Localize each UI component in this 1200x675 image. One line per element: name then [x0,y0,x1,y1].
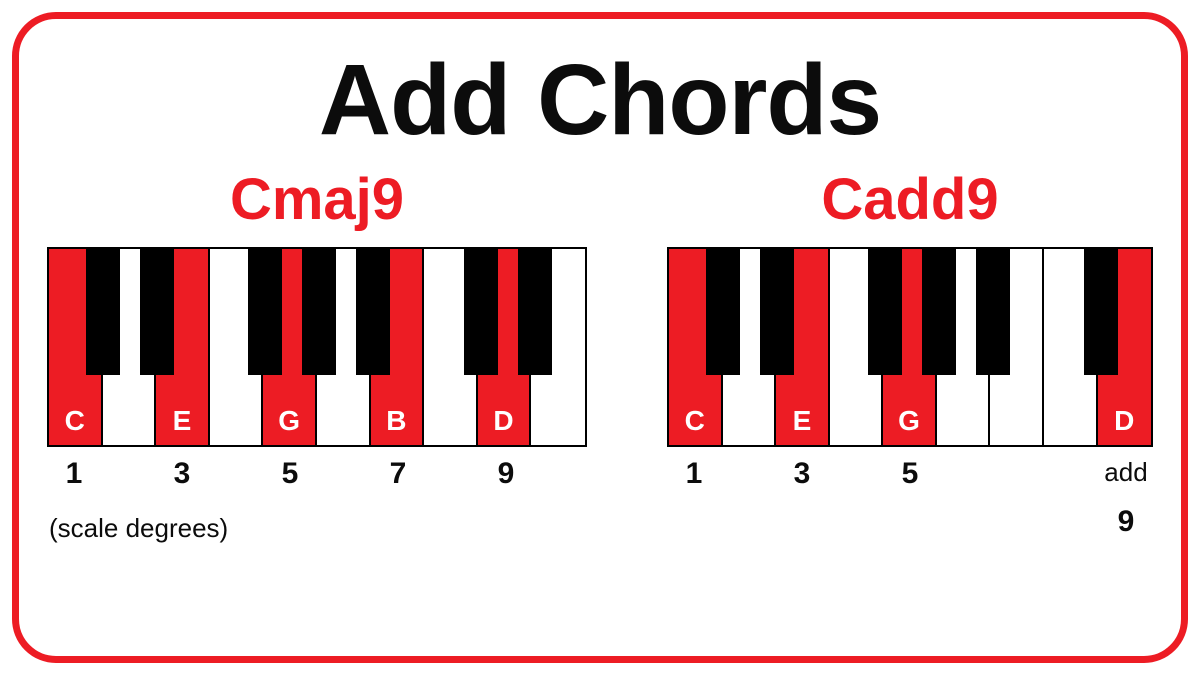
white-key [830,249,884,445]
white-key: B [371,249,425,445]
white-key: D [1098,249,1152,445]
degree [1045,457,1099,491]
degree [937,501,991,539]
white-keys: C E G B D [49,249,585,445]
add-degree: 9 [1099,505,1153,539]
white-key: C [49,249,103,445]
chord-row: Cmaj9 C E G B D [19,166,1181,544]
degree [829,457,883,491]
white-key: G [263,249,317,445]
note-label: D [493,405,513,437]
degree [317,457,371,491]
degree [991,457,1045,491]
note-label: E [793,405,812,437]
degree: 1 [667,457,721,491]
add-label: add [1099,457,1153,491]
degree: 3 [155,457,209,491]
degree [991,501,1045,539]
degree [101,457,155,491]
white-key: G [883,249,937,445]
white-key [990,249,1044,445]
white-key [723,249,777,445]
chord-name: Cmaj9 [230,166,404,233]
white-key [424,249,478,445]
chord-cmaj9: Cmaj9 C E G B D [47,166,587,544]
degree [1045,501,1099,539]
white-key [103,249,157,445]
degree [829,501,883,539]
degree [721,501,775,539]
note-label: C [685,405,705,437]
degree: 7 [371,457,425,491]
degree-row-2: 9 [667,501,1153,539]
note-label: D [1114,405,1134,437]
white-key [1044,249,1098,445]
degree [883,501,937,539]
white-key: E [156,249,210,445]
note-label: G [278,405,300,437]
white-key: E [776,249,830,445]
page-title: Add Chords [19,43,1181,158]
degree: 3 [775,457,829,491]
white-key [531,249,585,445]
footnote: (scale degrees) [49,513,228,544]
chord-name: Cadd9 [821,166,998,233]
degree: 5 [883,457,937,491]
chord-cadd9: Cadd9 C E G D [667,166,1153,544]
note-label: C [65,405,85,437]
degree [667,501,721,539]
note-label: B [386,405,406,437]
note-label: E [173,405,192,437]
note-label: G [898,405,920,437]
degree [775,501,829,539]
white-key: D [478,249,532,445]
degree [721,457,775,491]
keyboard: C E G D [667,247,1153,447]
degree [209,457,263,491]
white-key [317,249,371,445]
degree: 9 [479,457,533,491]
white-key [937,249,991,445]
white-key [210,249,264,445]
white-keys: C E G D [669,249,1151,445]
keyboard: C E G B D [47,247,587,447]
degree: 1 [47,457,101,491]
degree: 5 [263,457,317,491]
degree-row: 1 3 5 add [667,457,1153,491]
degree [533,457,587,491]
degree [425,457,479,491]
degree [937,457,991,491]
white-key: C [669,249,723,445]
diagram-frame: Add Chords Cmaj9 C E G B D [12,12,1188,663]
degree-row: 1 3 5 7 9 [47,457,587,491]
